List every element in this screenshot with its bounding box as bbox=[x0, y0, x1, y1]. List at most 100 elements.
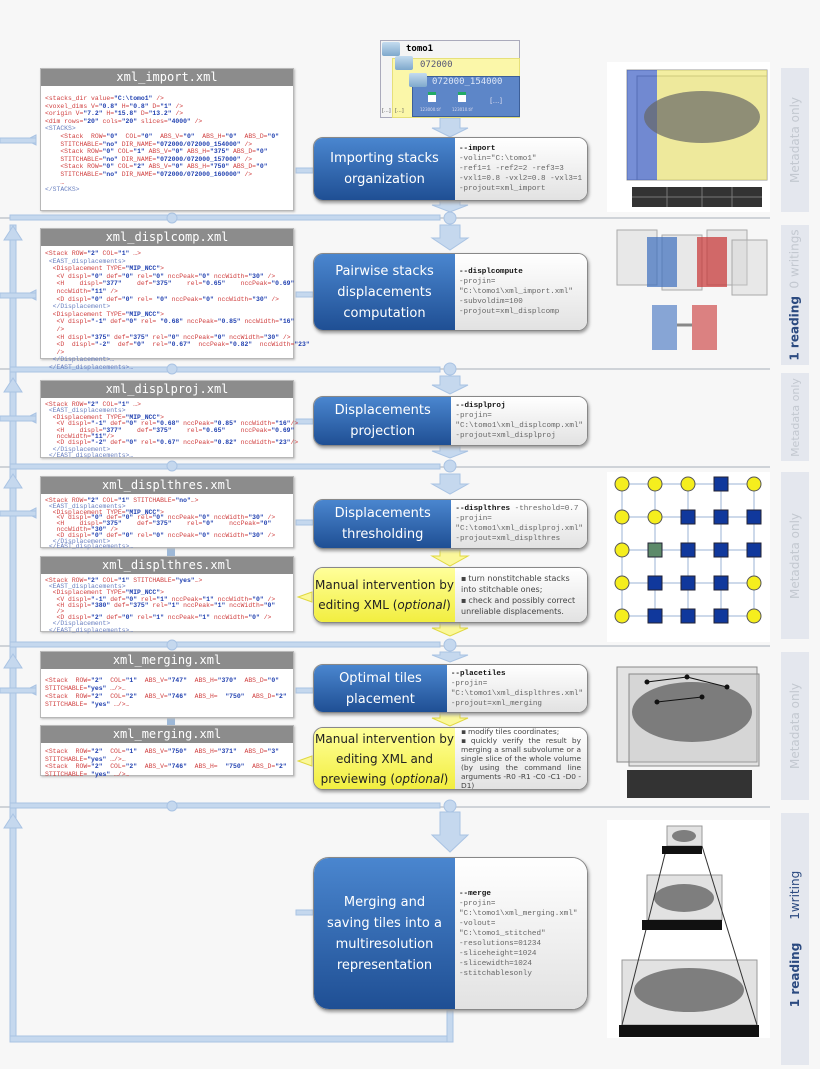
command-args: --import -volin="C:\tomo1" -ref1=1 -ref2=2… bbox=[455, 138, 587, 200]
command-arg: "C:\tomo1\xml_displproj.xml" bbox=[455, 525, 583, 533]
tile-nonstitchable bbox=[614, 542, 630, 558]
file-name: 123010.tif bbox=[452, 107, 473, 112]
command-name: --placetiles bbox=[450, 669, 506, 678]
tile-nonstitchable bbox=[614, 575, 630, 591]
step-label: Pairwise stacks displacements computatio… bbox=[314, 254, 455, 330]
step-merge: Merging and saving tiles into a multires… bbox=[313, 857, 588, 1010]
tile-grid-illustration bbox=[607, 472, 770, 642]
note-item: turn nonstitchable stacks into stitchabl… bbox=[461, 573, 581, 595]
tif-file-icon bbox=[428, 92, 436, 102]
tile-stitchable bbox=[680, 575, 696, 591]
step-displcompute: Pairwise stacks displacements computatio… bbox=[313, 253, 588, 331]
step-label: Displacements projection bbox=[314, 397, 452, 445]
command-arg: "C:\tomo1\xml_displcomp.xml" bbox=[455, 422, 583, 430]
xml-line: <D displ="-2" def="0" rel="0.67" nccPeak… bbox=[45, 341, 310, 349]
xml-line: </Displacement> bbox=[45, 303, 111, 311]
tile-stitchable bbox=[746, 542, 762, 558]
xml-file-merging: xml_merging.xml <Stack ROW="2" COL="1" AB… bbox=[40, 651, 294, 718]
xml-line: <Stack ROW="2" COL="2" ABS_V="746" ABS_H… bbox=[45, 763, 287, 770]
pairwise-displacement-illustration bbox=[607, 225, 770, 365]
command-arg: -projin= bbox=[450, 679, 488, 688]
command-arg: -slicewidth=1024 bbox=[459, 959, 532, 968]
step-label: Merging and saving tiles into a multires… bbox=[314, 858, 455, 1009]
xml-line: STITCHABLE="yes" …/>… bbox=[45, 755, 126, 763]
more-folders: [...] bbox=[382, 108, 391, 114]
folder-tree: tomo1 072000 072000_154000 123000.tif 12… bbox=[380, 40, 520, 118]
xml-line: <Stack ROW="0" COL="2" ABS_V="0" ABS_H="… bbox=[45, 163, 268, 171]
command-name: --displcompute bbox=[459, 268, 523, 276]
command-arg: -projout=xml_displcomp bbox=[459, 308, 560, 316]
step-label: Importing stacks organization bbox=[314, 138, 455, 200]
xml-line: <stacks_dir value="C:\tomo1" /> bbox=[45, 95, 164, 102]
xml-content: <Stack ROW="2" COL="1" STITCHABLE="yes"…… bbox=[41, 574, 293, 638]
command-arg: -volout= "C:\tomo1_stitched" bbox=[459, 919, 546, 938]
xml-line: </EAST_displacements>… bbox=[45, 543, 134, 551]
command-arg: -projout=xml_displproj bbox=[455, 432, 556, 440]
step-label: Displacements thresholding bbox=[314, 500, 452, 548]
tile-stitchable bbox=[680, 542, 696, 558]
folder-level2: 072000_154000 bbox=[432, 77, 503, 87]
xml-line: <STACKS> bbox=[45, 125, 76, 133]
step-label: Manual intervention by editing XML and p… bbox=[314, 728, 455, 789]
tile-stitchable bbox=[713, 575, 729, 591]
xml-line: <voxel_dims V="0.8" H="0.8" D="1" /> bbox=[45, 102, 184, 110]
command-name: --merge bbox=[459, 889, 491, 898]
xml-content: <Stack ROW="2" COL="1" …> <EAST_displace… bbox=[41, 246, 310, 376]
command-args: --merge -projin= "C:\tomo1\xml_merging.xml… bbox=[455, 858, 587, 1009]
note-item: quickly verify the result by merging a s… bbox=[461, 736, 581, 789]
command-arg: -projin= bbox=[459, 278, 496, 286]
xml-line: <Displacement TYPE="MIP_NCC"> bbox=[45, 265, 164, 273]
side-label: Metadata only bbox=[781, 68, 809, 212]
tile-stitchable bbox=[680, 509, 696, 525]
tile-nonstitchable bbox=[614, 608, 630, 624]
command-name: --displthres -threshold=0.7 bbox=[455, 505, 579, 513]
file-name: 123000.tif bbox=[420, 107, 441, 112]
xml-line: STITCHABLE="yes" …/>… bbox=[45, 685, 126, 692]
command-args: --displproj -projin= "C:\tomo1\xml_displco… bbox=[451, 397, 587, 445]
tile-stitchable bbox=[746, 509, 762, 525]
xml-line: <EAST_displacements> bbox=[45, 257, 126, 265]
folder-icon bbox=[382, 42, 400, 56]
xml-file-displcomp: xml_displcomp.xml <Stack ROW="2" COL="1" … bbox=[40, 228, 310, 371]
xml-line: <Stack ROW="2" COL="2" ABS_V="746" ABS_H… bbox=[45, 693, 287, 700]
xml-line: <dim rows="20" cols="20" slices="4000" /… bbox=[45, 117, 203, 125]
command-args: --placetiles -projin= "C:\tomo1\xml_displt… bbox=[446, 665, 587, 712]
tile-nonstitchable bbox=[614, 476, 630, 492]
tile-stitchable bbox=[713, 476, 729, 492]
xml-title: xml_displproj.xml bbox=[41, 381, 293, 398]
command-arg: -projout=xml_import bbox=[459, 185, 546, 193]
tile-stitchable bbox=[647, 575, 663, 591]
xml-title: xml_displcomp.xml bbox=[41, 229, 293, 246]
xml-title: xml_merging.xml bbox=[41, 652, 293, 669]
note-item: check and possibly correct unreliable di… bbox=[461, 595, 581, 617]
xml-line: <V displ="0" def="0" rel="0" nccPeak="0"… bbox=[45, 272, 276, 280]
xml-content: <stacks_dir value="C:\tomo1" /> <voxel_di… bbox=[41, 86, 293, 198]
command-name: --displproj bbox=[455, 402, 506, 410]
more-folders: [...] bbox=[395, 108, 404, 114]
command-arg: -ref1=1 -ref2=2 -ref3=3 bbox=[459, 165, 564, 173]
command-arg: -projin= bbox=[455, 515, 492, 523]
folder-level1: 072000 bbox=[420, 60, 453, 70]
xml-line: <H displ="377" def="375" rel="0.65" nccP… bbox=[45, 280, 295, 288]
command-arg: -projin= bbox=[459, 899, 496, 908]
xml-title: xml_merging.xml bbox=[41, 726, 293, 743]
command-arg: -projin= bbox=[455, 412, 492, 420]
step-placetiles: Optimal tiles placement --placetiles -pro… bbox=[313, 664, 588, 713]
xml-file-merging-edited: xml_merging.xml <Stack ROW="2" COL="1" AB… bbox=[40, 725, 294, 778]
command-arg: -vxl1=0.8 -vxl2=0.8 -vxl3=1 bbox=[459, 175, 583, 183]
xml-line: STITCHABLE= "yes" …/>… bbox=[45, 701, 130, 708]
xml-line: <V displ="-1" def="0" rel= "0.68" nccPea… bbox=[45, 318, 295, 326]
command-args: --displthres -threshold=0.7 -projin= "C:\t… bbox=[451, 500, 587, 548]
xml-line: /> bbox=[45, 348, 65, 356]
command-arg: -projout=xml_merging bbox=[450, 699, 542, 708]
tile-nonstitchable bbox=[614, 509, 630, 525]
command-arg: -projout=xml_displthres bbox=[455, 535, 561, 543]
command-args: --displcompute -projin= "C:\tomo1\xml_impo… bbox=[455, 254, 587, 330]
tile-nonstitchable bbox=[746, 476, 762, 492]
xml-line: </EAST_displacements>… bbox=[45, 363, 134, 371]
xml-line: <origin V="7.2" H="15.8" D="13.2" /> bbox=[45, 110, 184, 118]
tile-nonstitchable bbox=[746, 608, 762, 624]
tile-nonstitchable bbox=[746, 575, 762, 591]
command-arg: -resolutions=01234 bbox=[459, 939, 542, 948]
xml-line: <H displ="375" def="375" rel="0" nccPeak… bbox=[45, 333, 291, 341]
